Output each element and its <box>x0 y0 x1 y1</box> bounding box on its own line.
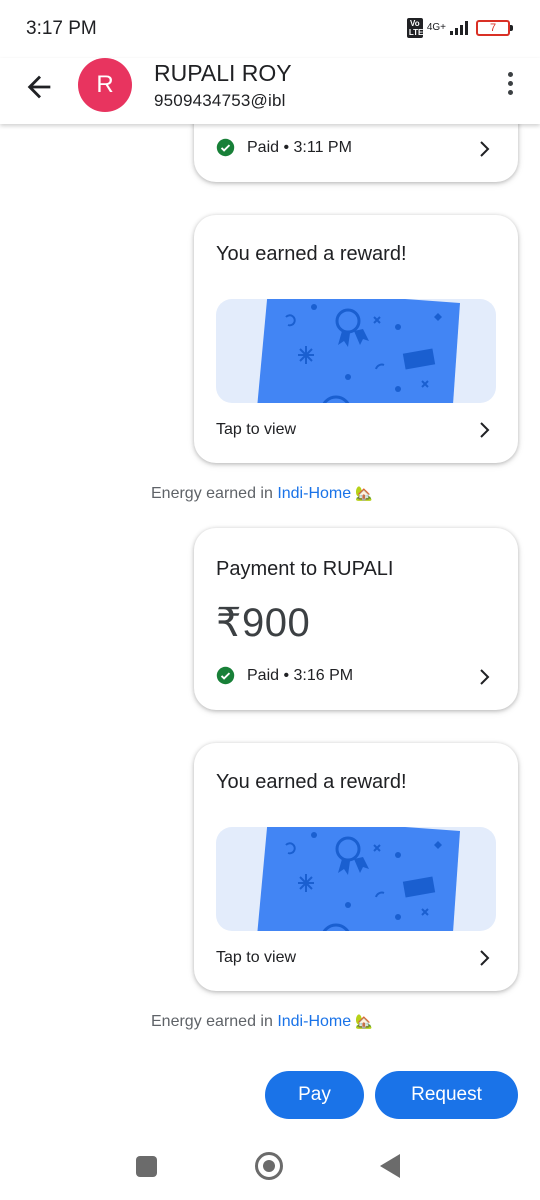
system-nav-bar <box>0 1136 540 1200</box>
energy-prefix: Energy earned in <box>151 1013 278 1030</box>
house-icon: 🏡 <box>355 485 373 501</box>
check-circle-icon <box>216 138 235 157</box>
chat-header: R RUPALI ROY 9509434753@ibl <box>0 58 540 124</box>
recents-icon[interactable] <box>136 1156 157 1177</box>
volte-icon: Vo LTE <box>406 18 424 38</box>
reward-card-icon <box>257 299 460 403</box>
payment-card[interactable]: Payment to RUPALI ₹900 Paid • 3:16 PM <box>194 528 518 710</box>
payment-status: Paid • 3:11 PM <box>247 138 352 156</box>
tap-to-view-label: Tap to view <box>216 949 297 966</box>
chevron-right-icon <box>480 950 490 966</box>
energy-earned-text: Energy earned in Indi-Home 🏡 <box>151 1013 373 1031</box>
indi-home-link[interactable]: Indi-Home <box>277 1013 351 1030</box>
check-circle-icon <box>216 666 235 685</box>
back-triangle-icon[interactable] <box>380 1154 400 1178</box>
payment-status-row: Paid • 3:11 PM <box>216 138 352 157</box>
battery-icon: 7 <box>476 20 513 36</box>
back-arrow-icon[interactable] <box>22 70 56 104</box>
reward-title: You earned a reward! <box>216 243 407 265</box>
payment-status-row: Paid • 3:16 PM <box>216 666 353 685</box>
reward-scratch-card[interactable] <box>216 827 496 931</box>
energy-prefix: Energy earned in <box>151 485 278 502</box>
reward-card-icon <box>257 827 460 931</box>
chevron-right-icon <box>480 422 490 438</box>
status-icons: Vo LTE 4G+ 7 <box>406 18 513 38</box>
reward-title: You earned a reward! <box>216 771 407 793</box>
chevron-right-icon <box>480 669 490 685</box>
avatar[interactable]: R <box>78 58 132 112</box>
tap-to-view-label: Tap to view <box>216 421 297 438</box>
network-type: 4G+ <box>426 22 446 33</box>
energy-earned-text: Energy earned in Indi-Home 🏡 <box>151 485 373 503</box>
reward-card[interactable]: You earned a reward! Tap to view <box>194 743 518 991</box>
payment-amount: ₹900 <box>216 601 311 645</box>
chevron-right-icon <box>480 141 490 157</box>
reward-scratch-card[interactable] <box>216 299 496 403</box>
house-icon: 🏡 <box>355 1013 373 1029</box>
status-bar: 3:17 PM Vo LTE 4G+ 7 <box>0 0 540 58</box>
contact-upi-id: 9509434753@ibl <box>154 91 286 110</box>
more-options-icon[interactable] <box>502 72 518 100</box>
request-button[interactable]: Request <box>375 1071 518 1119</box>
signal-icon <box>450 21 468 35</box>
home-icon[interactable] <box>255 1152 283 1180</box>
reward-card[interactable]: You earned a reward! Tap to view <box>194 215 518 463</box>
pay-button[interactable]: Pay <box>265 1071 364 1119</box>
contact-name[interactable]: RUPALI ROY <box>154 60 292 87</box>
payment-status: Paid • 3:16 PM <box>247 666 354 684</box>
indi-home-link[interactable]: Indi-Home <box>277 485 351 502</box>
payment-title: Payment to RUPALI <box>216 558 394 580</box>
status-time: 3:17 PM <box>26 18 97 39</box>
